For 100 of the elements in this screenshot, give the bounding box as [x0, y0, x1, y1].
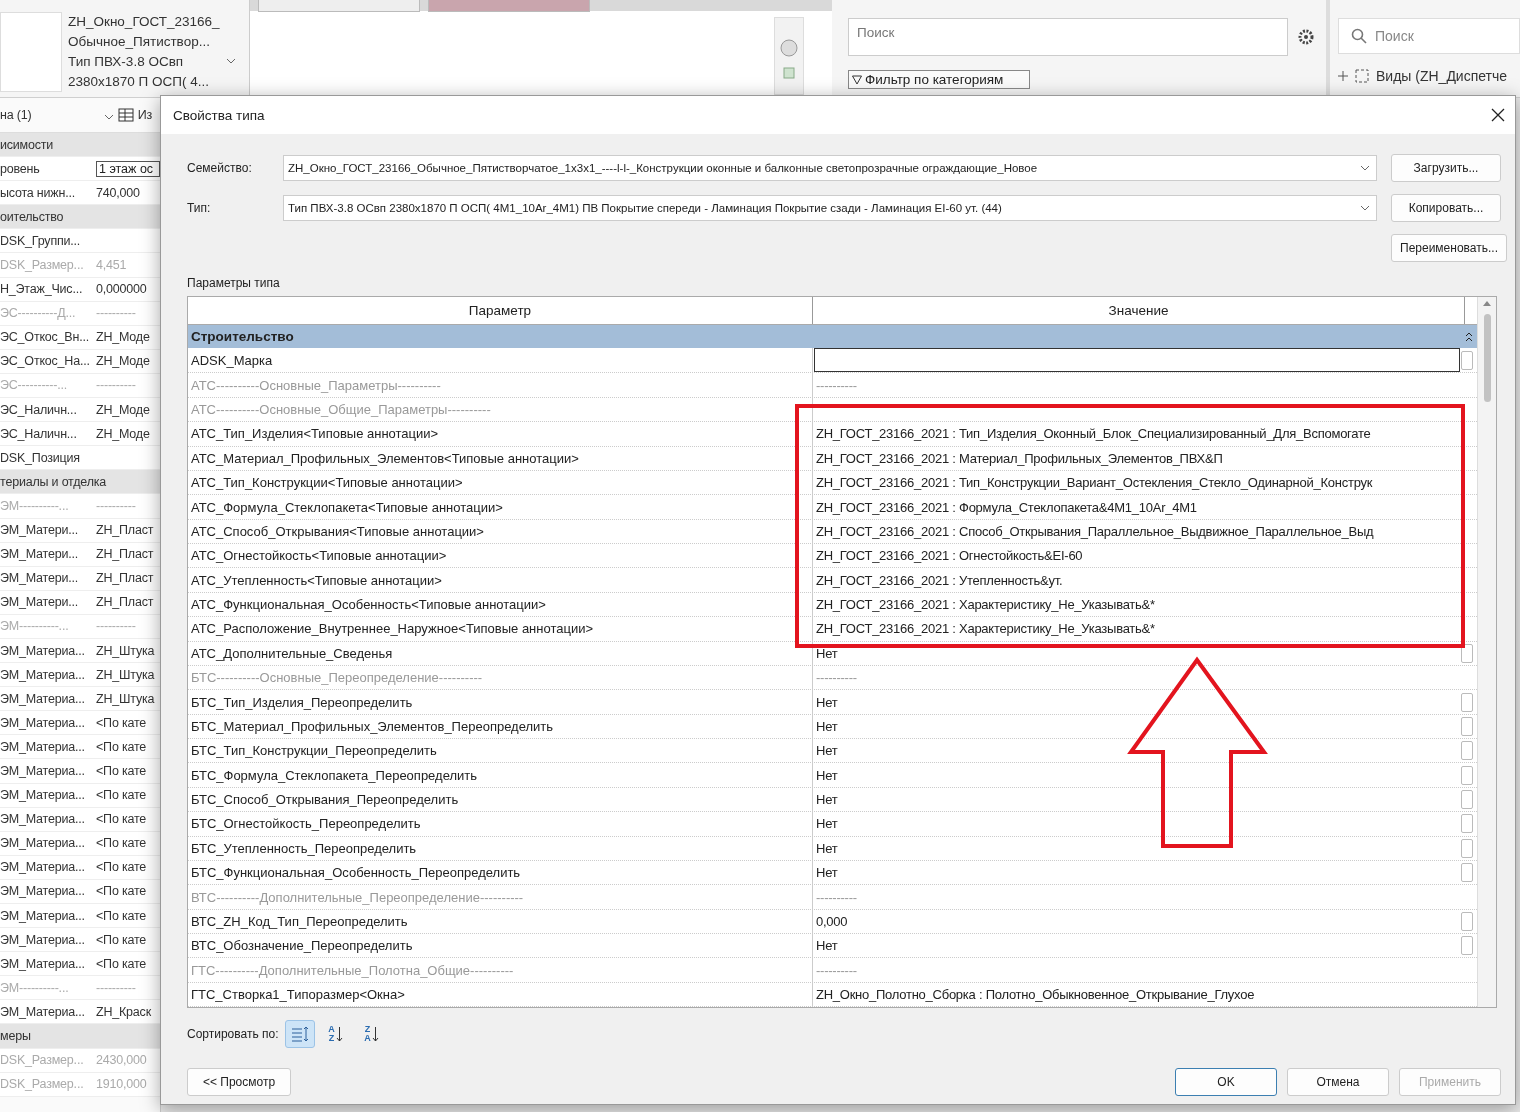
parameter-value: ---------- [815, 962, 858, 978]
filter-button[interactable]: Фильтр по категориям [848, 70, 1030, 89]
property-name: ЭС_Откос_На... [0, 354, 91, 369]
scrollbar-thumb[interactable] [1483, 314, 1491, 402]
column-header[interactable]: Значение [813, 297, 1465, 325]
dialog-button[interactable]: OK [1175, 1068, 1277, 1096]
type-name-line: Тип ПВХ-3.8 ОСвп [68, 53, 185, 71]
property-name: ЭМ_Материа... [0, 691, 86, 706]
property-value: ZH_Штука [96, 643, 156, 658]
property-value: 4,451 [96, 258, 128, 272]
property-name: ЭМ_Материа... [0, 908, 86, 923]
filter-icon [852, 74, 862, 85]
parameter-name: БТС----------Основные_Переопределение---------- [188, 665, 813, 690]
parameter-name: БТС_Огнестойкость_Переопределить [188, 812, 813, 836]
duplicate-button[interactable]: Копировать... [1391, 194, 1501, 222]
property-name: ЭМ_Матери... [0, 595, 80, 610]
property-name: ЭМ_Материа... [0, 932, 86, 947]
parameter-value: ZH_ГОСТ_23166_2021 : Материал_Профильных_Элементов_ПВХ&П [815, 450, 1224, 466]
property-name: ровень [0, 161, 41, 176]
edit-type-button[interactable]: Из [137, 108, 152, 122]
scrollbar[interactable] [1477, 297, 1496, 1007]
property-value: <По кате [96, 739, 148, 754]
parameter-value: Нет [815, 792, 839, 807]
gear-icon[interactable] [1298, 29, 1314, 45]
property-name: ЭМ----------... [0, 619, 70, 634]
parameter-name: ГТС----------Дополнительные_Полотна_Общие---------- [188, 958, 813, 982]
parameter-name: АТС----------Основные_Общие_Параметры---------- [188, 397, 813, 422]
plus-icon [1338, 71, 1348, 81]
property-value: <По кате [96, 884, 148, 899]
navigation-bar[interactable] [774, 17, 804, 95]
scroll-up-icon[interactable] [1483, 301, 1491, 306]
sort-button[interactable]: A Z [320, 1020, 351, 1048]
parameter-name: АТС_Материал_Профильных_Элементов<Типовые аннотации> [188, 446, 813, 470]
parameter-value: Нет [815, 645, 839, 661]
view-tab[interactable] [428, 0, 590, 12]
parameter-name: АТС_Способ_Открывания<Типовые аннотации> [188, 519, 813, 544]
parameter-value: ZH_ГОСТ_23166_2021 : Формула_Стеклопакета&4М1_10Ar_4М1 [815, 499, 1198, 515]
caret-icon [1360, 165, 1370, 171]
property-value: 0,000000 [96, 282, 148, 297]
tree-item[interactable]: Виды (ZH_Диспетче [1338, 68, 1520, 84]
instance-filter[interactable]: на (1) [0, 108, 32, 122]
property-value: ---------- [96, 980, 137, 995]
property-value: 2430,000 [96, 1053, 148, 1068]
property-value: ---------- [96, 306, 137, 321]
parameter-name: АТС_Функциональная_Особенность<Типовые аннотации> [188, 592, 813, 617]
property-name: ЭС----------... [0, 378, 69, 393]
value-field[interactable] [814, 348, 1460, 373]
property-name: ЭМ_Матери... [0, 523, 80, 538]
sort-label: Сортировать по: [187, 1027, 279, 1041]
property-name: ЭМ_Материа... [0, 764, 86, 778]
property-value: ZH_Пласт [96, 523, 155, 538]
edit-type-icon [117, 108, 134, 122]
property-value: <По кате [96, 932, 148, 947]
property-value: ZH_Моде [96, 402, 151, 417]
parameter-value: ZH_ГОСТ_23166_2021 : Характеристику_Не_Указывать&* [815, 621, 1156, 637]
property-value: ZH_Моде [96, 354, 151, 369]
parameter-value: Нет [815, 767, 839, 783]
sort-button[interactable] [284, 1020, 315, 1048]
parameter-value: ZH_ГОСТ_23166_2021 : Огнестойкость&EI-60 [815, 548, 1084, 564]
sort-button[interactable]: Z A [356, 1020, 387, 1048]
parameter-name: АТС_Тип_Изделия<Типовые аннотации> [188, 422, 813, 446]
group-header[interactable]: Строительство [188, 325, 1477, 349]
grouped-list-icon [290, 1026, 309, 1042]
property-name: Н_Этаж_Чис... [0, 282, 84, 297]
parameter-value: ZH_ГОСТ_23166_2021 : Тип_Конструкции_Вариант_Остекления_Стекло_Одинарной_Конструк [815, 475, 1374, 491]
load-button[interactable]: Загрузить... [1391, 154, 1501, 182]
property-value: 1910,000 [96, 1077, 148, 1092]
search-field[interactable]: Поиск [1338, 18, 1520, 54]
type-dropdown[interactable]: Тип ПВХ-3.8 ОСвп 2380x1870 П ОСП( 4М1_10Ar_4М1) ПВ Покрытие спереди - Ламинация Покрытие сзади - Ламинация EI-60 ут. (44) [283, 195, 1377, 221]
rename-button[interactable]: Переименовать... [1391, 234, 1507, 262]
parameter-value: Нет [815, 865, 839, 881]
dialog-button[interactable]: Отмена [1287, 1068, 1389, 1096]
property-field[interactable]: 1 этаж ос [96, 160, 160, 177]
parameter-name: АТС_Формула_Стеклопакета<Типовые аннотации> [188, 495, 813, 519]
column-header[interactable]: Параметр [188, 297, 813, 325]
parameter-name: ADSK_Марка [188, 348, 813, 373]
property-name: ЭМ----------... [0, 498, 70, 513]
property-value: ZH_Штука [96, 667, 156, 682]
preview-button[interactable]: << Просмотр [187, 1068, 291, 1096]
close-icon[interactable] [1491, 108, 1505, 122]
section-label: Параметры типа [187, 276, 281, 290]
parameter-value: ZH_Окно_Полотно_Сборка : Полотно_Обыкновенное_Открывание_Глухое [815, 987, 1256, 1002]
property-name: DSK_Размер... [0, 258, 85, 272]
property-value: <По кате [96, 715, 148, 730]
property-name: ЭС----------Д... [0, 306, 77, 321]
parameter-name: АТС----------Основные_Параметры---------- [188, 373, 813, 397]
family-dropdown[interactable]: ZH_Окно_ГОСТ_23166_Обычное_Пятистворчатое_1x3x1_----l-l-_Конструкции оконные и балконные светопрозрачные ограждающие_Новое [283, 155, 1377, 181]
property-name: ЭМ_Материа... [0, 667, 86, 682]
property-name: ЭС_Откос_Вн... [0, 330, 91, 345]
parameter-name: АТС_Утепленность<Типовые аннотации> [188, 568, 813, 592]
parameter-value: Нет [815, 938, 839, 954]
parameter-name: БТС_Тип_Конструкции_Переопределить [188, 739, 813, 763]
property-name: ЭМ_Материа... [0, 812, 86, 827]
collapse-icon[interactable] [1465, 331, 1473, 342]
property-name: ЭМ_Материа... [0, 788, 86, 803]
property-value: <По кате [96, 788, 148, 803]
parameter-value: Нет [815, 694, 839, 710]
type-name-line: Обычное_Пятиствор... [68, 33, 211, 51]
view-tab[interactable] [258, 0, 420, 12]
search-field[interactable]: Поиск [848, 18, 1288, 56]
